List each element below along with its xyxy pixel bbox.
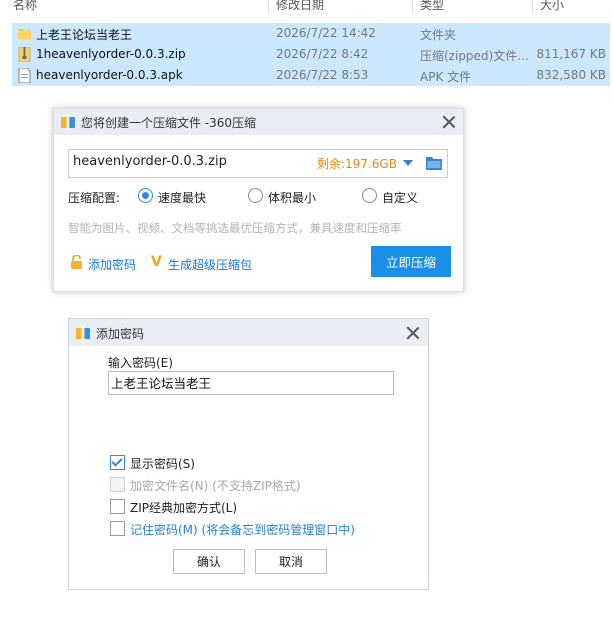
encrypt-filename-checkbox — [110, 477, 125, 492]
file-date: 2026/7/22 8:53 — [276, 68, 369, 82]
360-zip-logo-icon — [76, 326, 90, 340]
compress-now-button[interactable]: 立即压缩 — [371, 246, 451, 277]
zip-classic-encryption-label[interactable]: ZIP经典加密方式(L) — [130, 499, 237, 516]
file-name: 上老王论坛当老王 — [36, 28, 133, 42]
archive-name-field[interactable]: 剩余:197.6GB — [68, 149, 448, 178]
cancel-button[interactable]: 取消 — [255, 549, 327, 574]
zip-classic-encryption-checkbox[interactable] — [110, 499, 125, 514]
compress-dialog: 您将创建一个压缩文件 -360压缩 剩余:197.6GB 压缩配置: 速度最快 … — [53, 108, 464, 292]
column-header: 名称 修改日期 类型 大小 — [0, 0, 613, 14]
file-type: 文件夹 — [420, 28, 457, 42]
zip-file-icon — [18, 47, 31, 62]
file-explorer: 名称 修改日期 类型 大小 上老王论坛当老王 2026/7/22 14:42 文… — [0, 0, 613, 88]
file-row[interactable]: 上老王论坛当老王 2026/7/22 14:42 文件夹 — [12, 23, 610, 44]
file-date: 2026/7/22 8:42 — [276, 47, 369, 61]
password-input[interactable] — [111, 375, 381, 390]
ok-button[interactable]: 确认 — [173, 549, 245, 574]
remember-password-checkbox[interactable] — [110, 521, 125, 536]
radio-smallest-label[interactable]: 体积最小 — [268, 189, 316, 206]
password-field[interactable] — [108, 371, 394, 395]
file-size: 832,580 KB — [536, 68, 606, 82]
file-date: 2026/7/22 14:42 — [276, 26, 376, 40]
column-name[interactable]: 名称 — [13, 0, 37, 13]
archive-name-input[interactable] — [73, 154, 303, 169]
radio-custom[interactable] — [362, 188, 377, 203]
password-dialog-title: 添加密码 — [96, 327, 145, 341]
encrypt-filename-label: 加密文件名(N) (不支持ZIP格式) — [130, 479, 301, 493]
radio-smallest[interactable] — [248, 188, 263, 203]
remember-password-label[interactable]: 记住密码(M) (将会备忘到密码管理窗口中) — [130, 521, 355, 538]
v-badge-icon: V — [151, 254, 162, 270]
column-type[interactable]: 类型 — [420, 0, 444, 13]
file-row[interactable]: 1heavenlyorder-0.0.3.zip 2026/7/22 8:42 … — [12, 44, 610, 65]
show-password-label[interactable]: 显示密码(S) — [130, 455, 195, 472]
super-package-link[interactable]: 生成超级压缩包 — [168, 256, 252, 273]
radio-fastest-label[interactable]: 速度最快 — [158, 189, 206, 206]
browse-folder-icon[interactable] — [426, 156, 442, 170]
password-dialog: 添加密码 输入密码(E) 显示密码(S) 加密文件名(N) (不支持ZIP格式)… — [68, 318, 429, 590]
file-size: 811,167 KB — [536, 47, 606, 61]
folder-icon — [18, 29, 31, 40]
add-password-link[interactable]: 添加密码 — [88, 256, 136, 273]
file-name: heavenlyorder-0.0.3.apk — [36, 68, 183, 82]
password-input-label: 输入密码(E) — [108, 356, 173, 370]
compress-dialog-title: 您将创建一个压缩文件 -360压缩 — [81, 116, 257, 130]
column-size[interactable]: 大小 — [540, 0, 564, 13]
radio-custom-label[interactable]: 自定义 — [382, 189, 418, 206]
apk-file-icon — [18, 68, 31, 83]
lock-icon — [71, 255, 82, 269]
file-type: APK 文件 — [420, 70, 472, 84]
compress-config-label: 压缩配置: — [68, 191, 121, 205]
file-name: 1heavenlyorder-0.0.3.zip — [36, 47, 186, 61]
disk-remaining: 剩余:197.6GB — [317, 157, 397, 171]
close-icon[interactable] — [406, 326, 420, 340]
360-zip-logo-icon — [61, 115, 75, 129]
radio-fastest[interactable] — [138, 188, 153, 203]
compress-dialog-titlebar[interactable]: 您将创建一个压缩文件 -360压缩 — [54, 109, 463, 135]
password-dialog-titlebar[interactable]: 添加密码 — [69, 319, 428, 346]
close-icon[interactable] — [442, 115, 456, 129]
chevron-down-icon[interactable] — [403, 160, 413, 166]
column-date[interactable]: 修改日期 — [276, 0, 324, 13]
compress-hint: 智能为图片、视频、文档等挑选最优压缩方式，兼具速度和压缩率 — [68, 221, 402, 235]
show-password-checkbox[interactable] — [110, 455, 125, 470]
file-type: 压缩(zipped)文件... — [420, 49, 529, 63]
file-row[interactable]: heavenlyorder-0.0.3.apk 2026/7/22 8:53 A… — [12, 65, 610, 86]
